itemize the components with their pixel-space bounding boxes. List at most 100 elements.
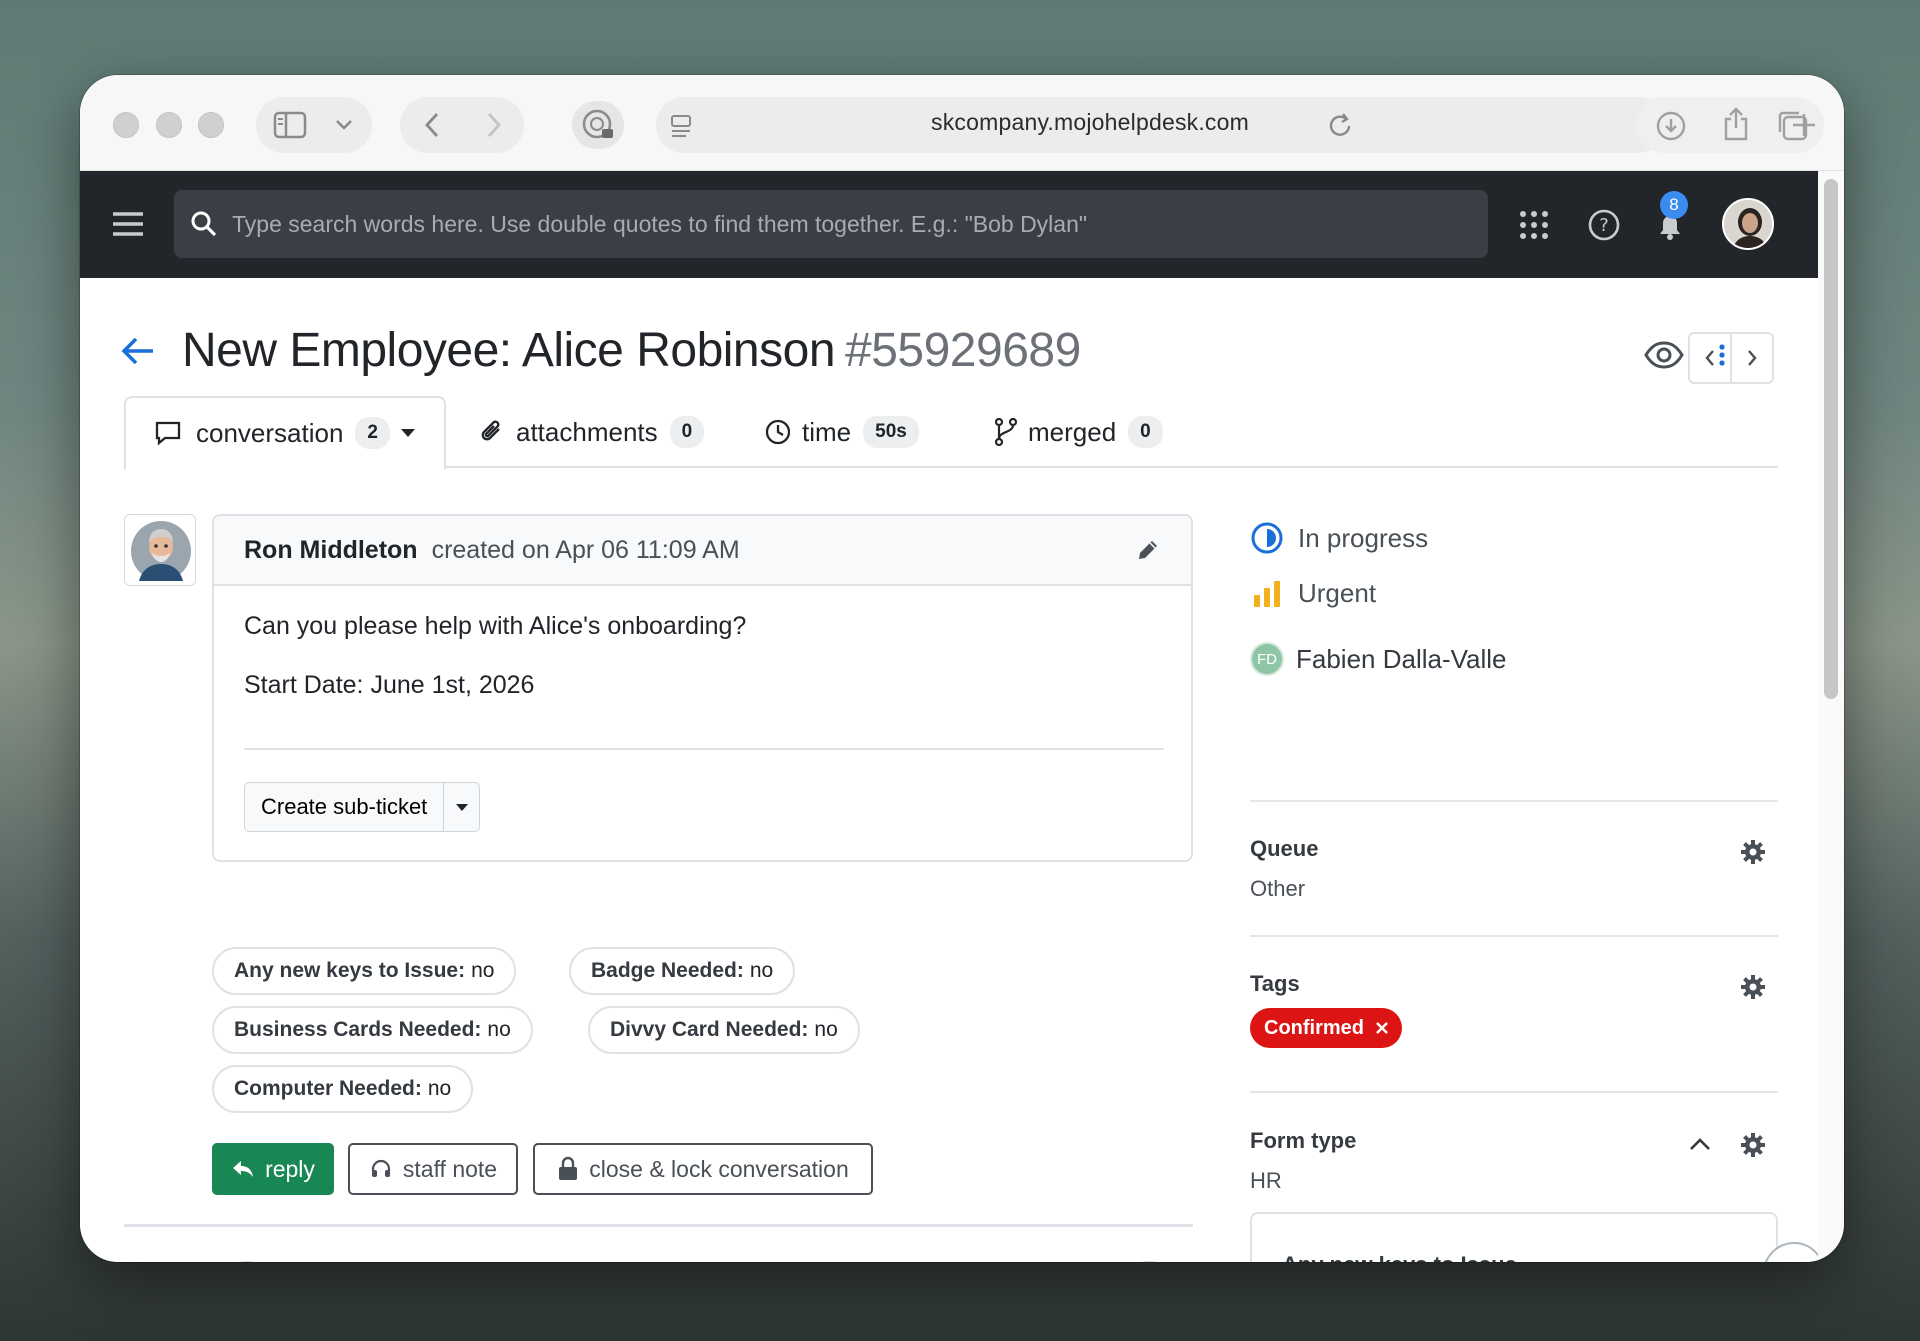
- tab-count: 0: [669, 416, 705, 448]
- ticket-title: New Employee: Alice Robinson: [182, 324, 836, 377]
- tag-confirmed: Confirmed: [1250, 1008, 1402, 1048]
- tab-count: 0: [1128, 416, 1163, 448]
- field-chip: Badge Needed: no: [569, 947, 796, 995]
- sub-ticket-dropdown-toggle[interactable]: [443, 783, 479, 831]
- back-icon[interactable]: [416, 109, 448, 141]
- tab-merged[interactable]: merged 0: [994, 396, 1163, 468]
- sidebar-divider: [1250, 800, 1778, 802]
- conversation-post: Ron Middleton created on Apr 06 11:09 AM…: [212, 514, 1193, 862]
- field-label: Any new keys to Issue:: [234, 959, 466, 982]
- close-lock-button[interactable]: close & lock conversation: [533, 1143, 873, 1195]
- chevron-right-icon: [1748, 350, 1757, 366]
- reload-icon[interactable]: [1326, 110, 1356, 140]
- sort-button[interactable]: [1122, 1261, 1176, 1262]
- search-icon: [191, 211, 217, 237]
- queue-settings-gear-icon[interactable]: [1740, 839, 1766, 865]
- post-text-line: Can you please help with Alice's onboard…: [244, 612, 747, 640]
- reply-button[interactable]: reply: [212, 1143, 334, 1195]
- queue-label: Queue: [1250, 836, 1319, 861]
- collapse-chevron-up-icon[interactable]: [1688, 1136, 1712, 1152]
- in-progress-status-icon: [1251, 522, 1283, 554]
- reply-arrow-icon: [233, 1161, 254, 1177]
- priority-field[interactable]: Urgent: [1250, 578, 1376, 609]
- browser-window: skcompany.mojohelpdesk.com Type search w…: [80, 75, 1844, 1262]
- tab-label: merged: [1028, 416, 1117, 447]
- sidebar-divider: [1250, 1091, 1778, 1093]
- sidebar-divider: [1250, 935, 1778, 937]
- url-text[interactable]: skcompany.mojohelpdesk.com: [840, 109, 1340, 136]
- quick-actions-button[interactable]: [220, 1261, 274, 1262]
- tab-count: 2: [355, 417, 390, 449]
- form-field-card: Any new keys to Issue no: [1250, 1212, 1778, 1262]
- close-lock-label: close & lock conversation: [589, 1155, 849, 1182]
- back-arrow-icon[interactable]: [120, 335, 156, 367]
- staff-note-button[interactable]: staff note: [348, 1143, 518, 1195]
- status-label: In progress: [1298, 522, 1429, 553]
- user-avatar[interactable]: [1722, 198, 1774, 250]
- post-meta: created on Apr 06 11:09 AM: [431, 535, 740, 564]
- post-body: Can you please help with Alice's onboard…: [214, 586, 1191, 700]
- search-placeholder: Type search words here. Use double quote…: [232, 210, 1088, 237]
- assignee-field[interactable]: FD Fabien Dalla-Valle: [1250, 642, 1507, 676]
- scrollbar-thumb[interactable]: [1824, 179, 1838, 699]
- page-menu-icon[interactable]: [667, 112, 695, 140]
- priority-label: Urgent: [1298, 578, 1377, 608]
- minimize-window-button[interactable]: [156, 112, 182, 138]
- app-header: Type search words here. Use double quote…: [80, 171, 1818, 278]
- form-type-value: HR: [1250, 1168, 1282, 1193]
- chevron-left-icon: [1705, 350, 1714, 366]
- form-type-label: Form type: [1250, 1128, 1357, 1153]
- download-icon[interactable]: [1654, 109, 1688, 143]
- field-label: Badge Needed:: [591, 959, 744, 982]
- browser-toolbar: skcompany.mojohelpdesk.com: [80, 75, 1844, 171]
- chat-bubble-icon: [155, 421, 181, 446]
- watch-eye-icon[interactable]: [1644, 338, 1684, 372]
- tab-conversation[interactable]: conversation 2: [124, 396, 446, 470]
- edit-pencil-icon[interactable]: [1135, 537, 1161, 563]
- field-value: no: [814, 1018, 838, 1041]
- zoom-window-button[interactable]: [198, 112, 224, 138]
- timeline-divider: [124, 1224, 1193, 1227]
- tab-attachments[interactable]: attachments 0: [480, 396, 705, 468]
- lock-icon: [559, 1156, 578, 1180]
- post-author[interactable]: Ron Middleton: [244, 536, 418, 565]
- forward-icon[interactable]: [478, 109, 510, 141]
- close-window-button[interactable]: [113, 112, 139, 138]
- field-value: no: [427, 1077, 452, 1100]
- next-ticket-button[interactable]: [1732, 334, 1772, 382]
- form-type-settings-gear-icon[interactable]: [1740, 1132, 1766, 1158]
- tab-count: 50s: [863, 416, 919, 448]
- tab-overview-icon[interactable]: [1774, 107, 1810, 143]
- notification-count-badge: 8: [1660, 191, 1688, 219]
- priority-bars-icon: [1254, 580, 1280, 607]
- tags-label: Tags: [1250, 971, 1300, 996]
- tab-time[interactable]: time 50s: [764, 396, 919, 468]
- apps-grid-icon[interactable]: [1518, 209, 1550, 241]
- sidebar-icon[interactable]: [272, 109, 308, 141]
- merge-branch-icon: [994, 417, 1018, 447]
- create-sub-ticket-split-button: Create sub-ticket: [244, 782, 481, 832]
- help-icon[interactable]: ?: [1588, 209, 1620, 241]
- ticket-number: #55929689: [845, 324, 1081, 377]
- hamburger-menu-icon[interactable]: [110, 207, 146, 241]
- tags-settings-gear-icon[interactable]: [1740, 974, 1766, 1000]
- caret-down-icon[interactable]: [400, 428, 416, 438]
- tab-label: attachments: [516, 416, 658, 447]
- status-field[interactable]: In progress: [1250, 521, 1428, 555]
- tag-label: Confirmed: [1264, 1016, 1364, 1039]
- prev-ticket-button[interactable]: [1690, 334, 1732, 382]
- search-input[interactable]: Type search words here. Use double quote…: [174, 190, 1488, 258]
- password-manager-icon[interactable]: [572, 101, 624, 149]
- field-label: Business Cards Needed:: [234, 1018, 482, 1041]
- create-sub-ticket-button[interactable]: Create sub-ticket: [245, 794, 443, 820]
- page-title: New Employee: Alice Robinson #55929689: [182, 323, 1081, 378]
- assignee-avatar: FD: [1250, 642, 1284, 676]
- field-chip: Any new keys to Issue: no: [212, 947, 517, 995]
- headset-icon: [371, 1159, 390, 1177]
- ticket-tabs: conversation 2 attachments 0 time 50s me…: [124, 396, 1778, 470]
- svg-text:?: ?: [1599, 215, 1609, 236]
- share-icon[interactable]: [1720, 105, 1752, 143]
- chevron-down-icon[interactable]: [332, 113, 356, 137]
- remove-tag-icon[interactable]: [1374, 1020, 1390, 1036]
- paperclip-icon: [481, 420, 500, 441]
